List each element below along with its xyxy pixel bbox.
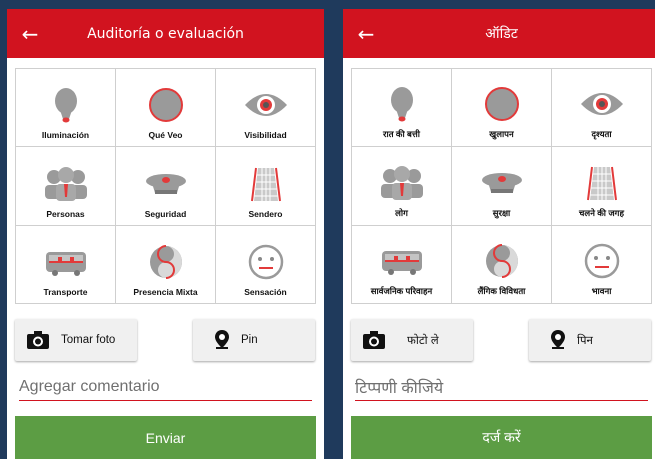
category-label: Presencia Mixta [133, 287, 198, 297]
comment-placeholder: टिप्पणी कीजिये [355, 379, 444, 397]
take-photo-label: फोटो ले [407, 334, 439, 347]
pin-label: Pin [241, 334, 258, 346]
category-label: Sendero [248, 208, 283, 219]
category-tile[interactable]: लोग [352, 147, 452, 226]
category-tile[interactable]: Visibilidad [216, 69, 316, 148]
pin-button[interactable]: Pin [193, 319, 315, 361]
category-tile[interactable]: रात की बत्ती [352, 69, 452, 148]
category-label: Sensación [244, 287, 287, 297]
category-label: Transporte [43, 287, 88, 297]
category-tile[interactable]: Sendero [216, 147, 316, 226]
category-tile[interactable]: चलने की जगह [552, 147, 652, 226]
police-cap-icon [479, 164, 525, 208]
comment-input[interactable]: Agregar comentario [19, 373, 312, 401]
page-title: ऑडिट [485, 26, 518, 42]
map-pin-icon [551, 330, 565, 349]
eye-icon [579, 85, 625, 129]
map-pin-icon [215, 330, 229, 349]
category-tile[interactable]: Transporte [16, 225, 116, 304]
category-tile[interactable]: Qué Veo [116, 69, 216, 148]
category-tile[interactable]: Sensación [216, 225, 316, 304]
category-grid: Iluminación Qué Veo Visibilidad Personas Seg… [15, 68, 316, 304]
back-arrow-icon[interactable]: ← [343, 9, 389, 58]
police-cap-icon [143, 165, 189, 209]
back-arrow-icon[interactable]: ← [7, 9, 53, 58]
category-label: दृश्यता [591, 129, 612, 140]
category-label: सुरक्षा [492, 207, 511, 218]
category-tile[interactable]: भावना [552, 225, 652, 304]
app-bar: ← ऑडिट [343, 9, 655, 58]
category-label: चलने की जगह [579, 207, 624, 218]
category-label: लैंगिक विविधता [477, 286, 526, 296]
face-icon [243, 243, 289, 287]
face-icon [579, 242, 625, 286]
yin-yang-icon [479, 242, 525, 286]
take-photo-button[interactable]: Tomar foto [15, 319, 137, 361]
take-photo-label: Tomar foto [61, 334, 116, 346]
category-label: खुलापन [489, 129, 514, 140]
yin-yang-icon [143, 243, 189, 287]
submit-button[interactable]: Enviar [15, 416, 316, 459]
eye-icon [243, 86, 289, 130]
lightbulb-icon [379, 85, 425, 129]
category-tile[interactable]: Presencia Mixta [116, 225, 216, 304]
category-label: Personas [46, 208, 85, 219]
comment-placeholder: Agregar comentario [19, 377, 160, 395]
submit-label: Enviar [145, 429, 186, 446]
path-icon [579, 164, 625, 208]
category-label: Seguridad [144, 208, 187, 219]
bus-icon [379, 242, 425, 286]
category-label: Visibilidad [244, 130, 287, 141]
category-label: रात की बत्ती [383, 129, 420, 140]
category-label: भावना [591, 286, 612, 296]
category-label: लोग [395, 207, 408, 218]
submit-button[interactable]: दर्ज करें [351, 416, 652, 459]
category-tile[interactable]: Seguridad [116, 147, 216, 226]
category-label: Qué Veo [148, 130, 183, 141]
path-icon [243, 165, 289, 209]
category-tile[interactable]: Iluminación [16, 69, 116, 148]
category-tile[interactable]: सुरक्षा [452, 147, 552, 226]
people-icon [379, 164, 425, 208]
submit-label: दर्ज करें [482, 429, 521, 445]
category-tile[interactable]: खुलापन [452, 69, 552, 148]
category-grid: रात की बत्ती खुलापन दृश्यता लोग सुरक्षा चलने … [351, 68, 652, 304]
camera-icon [363, 331, 385, 349]
app-bar: ← Auditoría o evaluación [7, 9, 324, 58]
take-photo-button[interactable]: फोटो ले [351, 319, 473, 361]
category-tile[interactable]: Personas [16, 147, 116, 226]
page-title: Auditoría o evaluación [87, 25, 244, 42]
circle-icon [479, 85, 525, 129]
screen-hindi: ← ऑडिट रात की बत्ती खुलापन दृश्यता लोग सुरक्… [343, 9, 655, 459]
screen-spanish: ← Auditoría o evaluación Iluminación Qué … [7, 9, 324, 459]
pin-label: पिन [577, 334, 593, 347]
pin-button[interactable]: पिन [529, 319, 651, 361]
comment-input[interactable]: टिप्पणी कीजिये [355, 373, 648, 401]
people-icon [43, 165, 89, 209]
category-tile[interactable]: सार्वजनिक परिवाहन [352, 225, 452, 304]
camera-icon [27, 331, 49, 349]
category-tile[interactable]: लैंगिक विविधता [452, 225, 552, 304]
category-label: Iluminación [41, 130, 90, 141]
bus-icon [43, 243, 89, 287]
lightbulb-icon [43, 86, 89, 130]
circle-icon [143, 86, 189, 130]
category-label: सार्वजनिक परिवाहन [370, 286, 433, 296]
category-tile[interactable]: दृश्यता [552, 69, 652, 148]
